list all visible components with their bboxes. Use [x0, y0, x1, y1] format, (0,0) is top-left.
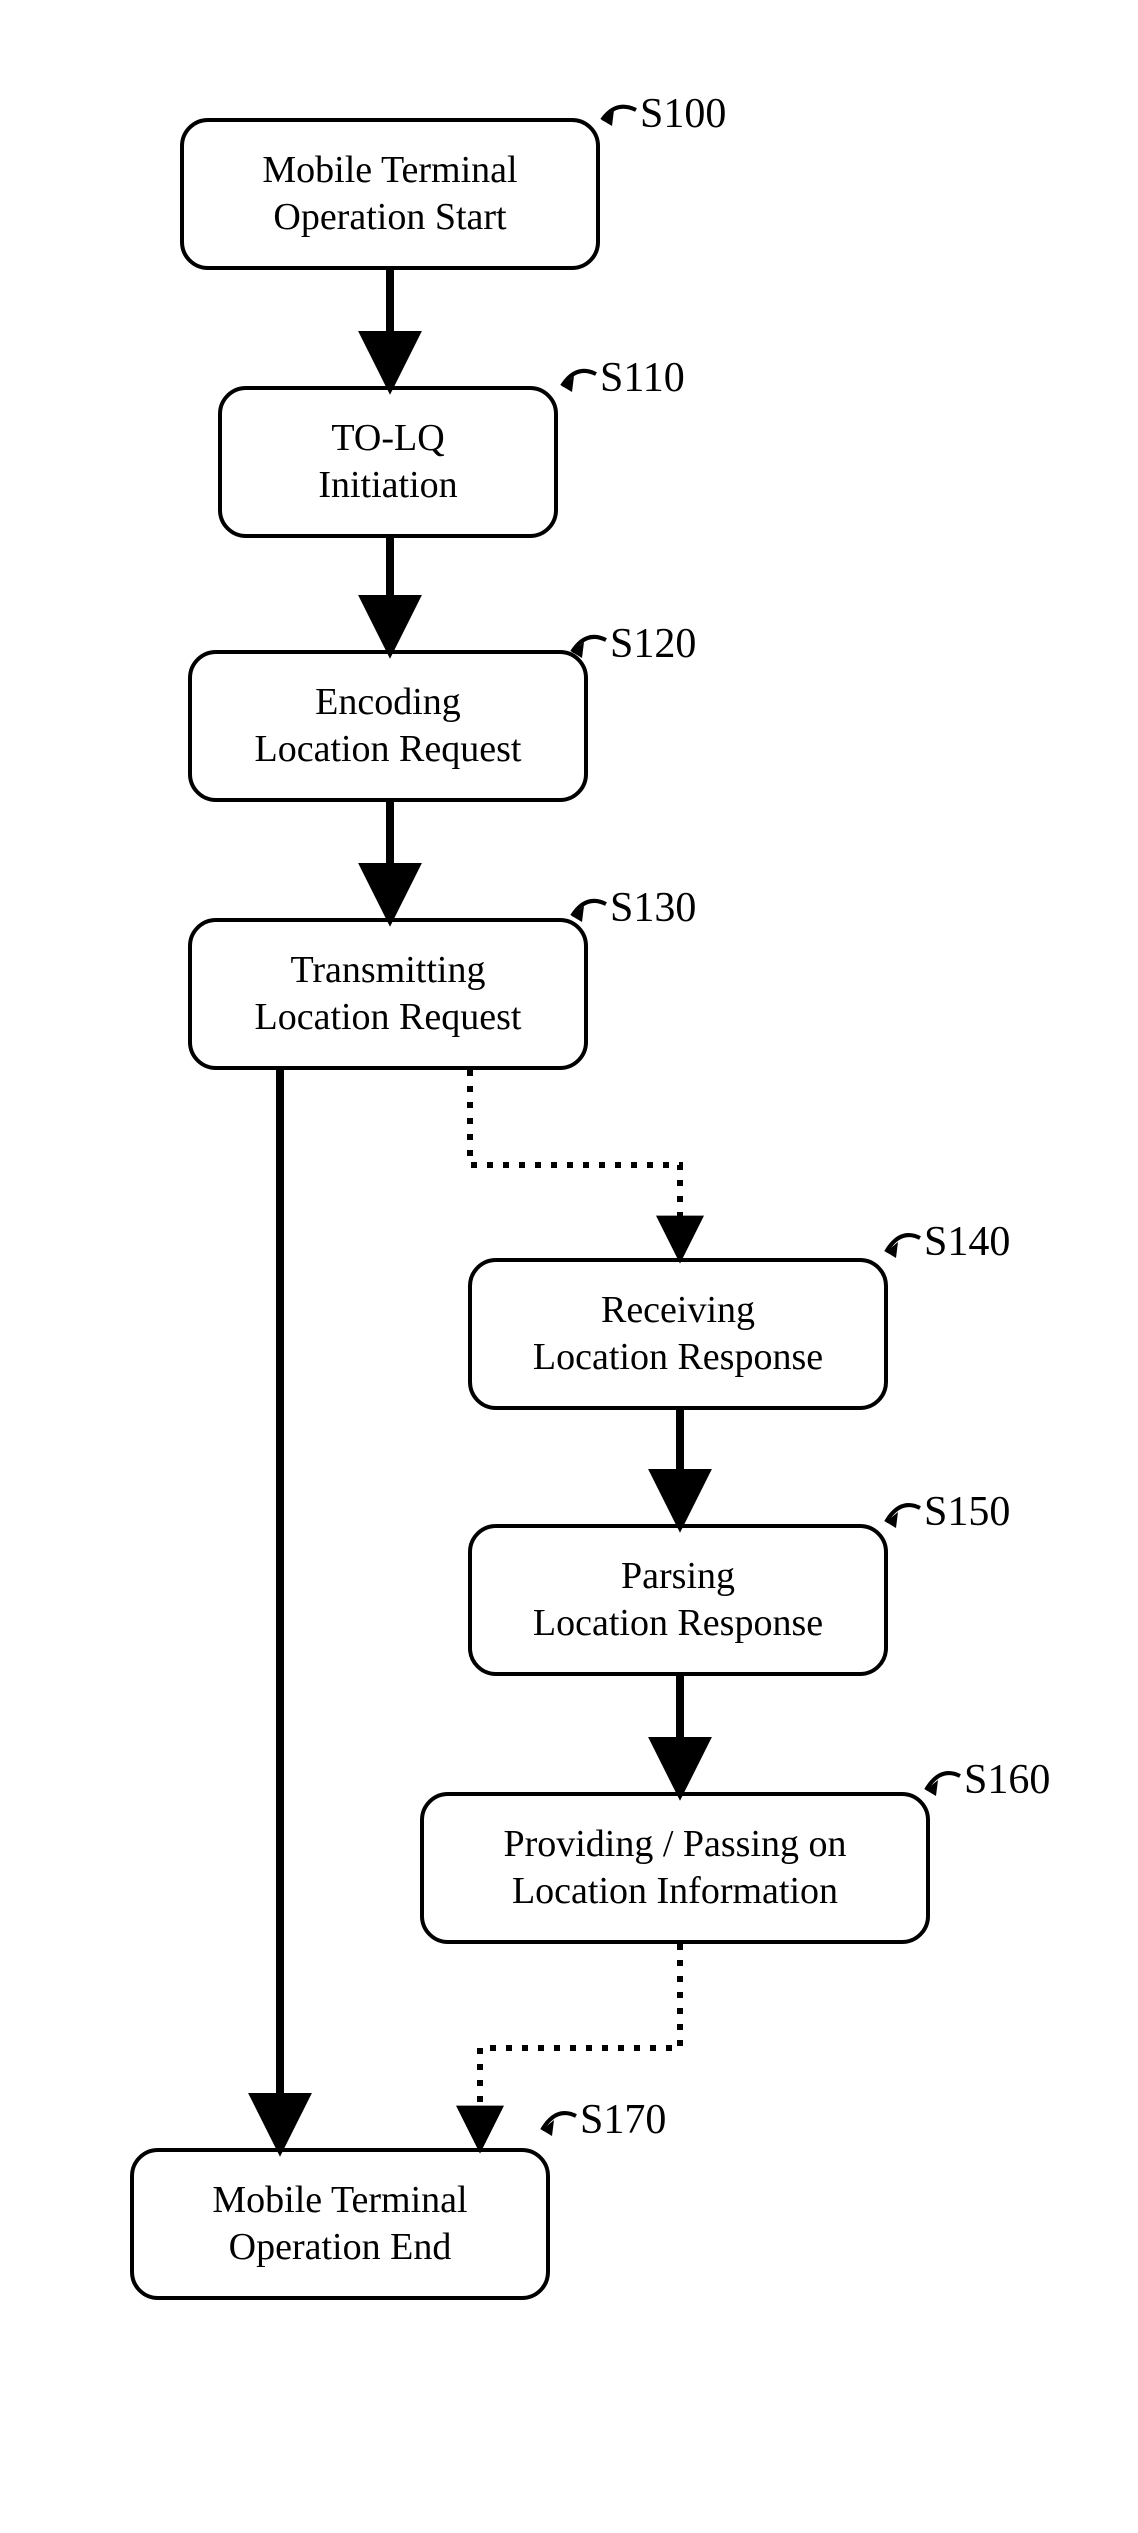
node-s130-text: Transmitting Location Request: [255, 947, 522, 1042]
leader-s130-head: [572, 906, 584, 922]
node-s120: Encoding Location Request: [188, 650, 588, 802]
label-s160: S160: [964, 1756, 1050, 1804]
node-s100: Mobile Terminal Operation Start: [180, 118, 600, 270]
label-s120: S120: [610, 620, 696, 668]
leader-s170-head: [542, 2120, 554, 2136]
node-s140: Receiving Location Response: [468, 1258, 888, 1410]
leader-s160: [926, 1773, 960, 1790]
leader-s170: [542, 2113, 576, 2130]
node-s110-text: TO-LQ Initiation: [318, 415, 457, 510]
leader-s160-head: [926, 1780, 938, 1796]
leader-s110: [562, 371, 596, 386]
leader-s100-head: [602, 110, 614, 126]
leader-s150: [886, 1505, 920, 1522]
leader-s130: [572, 901, 606, 916]
leader-s150-head: [886, 1512, 898, 1528]
label-s100: S100: [640, 90, 726, 138]
node-s140-text: Receiving Location Response: [533, 1287, 823, 1382]
label-s150: S150: [924, 1488, 1010, 1536]
leader-s110-head: [562, 376, 574, 392]
label-s170: S170: [580, 2096, 666, 2144]
leader-s120: [572, 637, 606, 652]
node-s150-text: Parsing Location Response: [533, 1553, 823, 1648]
label-s110: S110: [600, 354, 685, 402]
node-s130: Transmitting Location Request: [188, 918, 588, 1070]
node-s160: Providing / Passing on Location Informat…: [420, 1792, 930, 1944]
flowchart-canvas: Mobile Terminal Operation Start S100 TO-…: [0, 0, 1138, 2533]
node-s150: Parsing Location Response: [468, 1524, 888, 1676]
arrow-s130-s140: [470, 1070, 680, 1254]
leader-s140: [886, 1235, 920, 1252]
node-s110: TO-LQ Initiation: [218, 386, 558, 538]
node-s170-text: Mobile Terminal Operation End: [212, 2177, 467, 2272]
label-s140: S140: [924, 1218, 1010, 1266]
node-s120-text: Encoding Location Request: [255, 679, 522, 774]
node-s170: Mobile Terminal Operation End: [130, 2148, 550, 2300]
node-s100-text: Mobile Terminal Operation Start: [262, 147, 517, 242]
node-s160-text: Providing / Passing on Location Informat…: [503, 1821, 846, 1916]
leader-s100: [602, 107, 636, 120]
leader-s140-head: [886, 1242, 898, 1258]
label-s130: S130: [610, 884, 696, 932]
